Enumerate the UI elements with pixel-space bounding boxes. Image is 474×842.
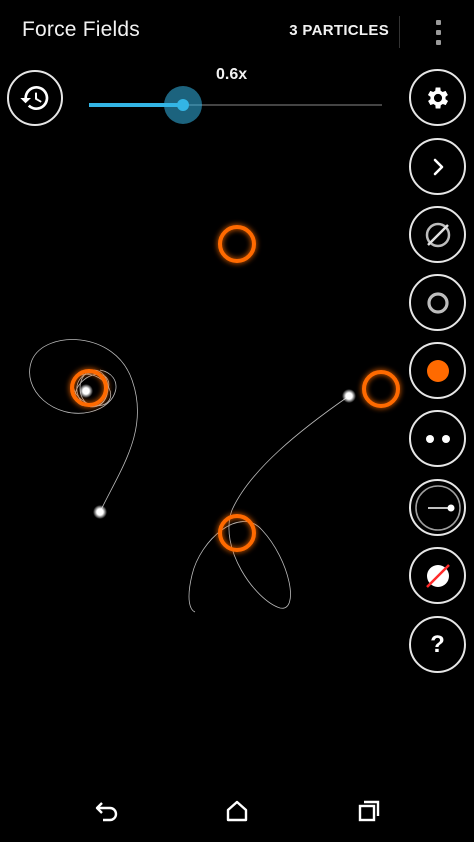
orange-dot-icon [426,359,449,382]
app-bar: Force Fields 3 PARTICLES [0,0,474,64]
back-icon [95,802,118,822]
recents-icon [358,800,380,822]
tool-remove-field[interactable] [409,547,466,604]
speed-value: 0.6x [216,66,248,83]
home-icon [226,800,248,822]
force-field [362,370,400,408]
back-button[interactable] [92,796,122,826]
tool-particles[interactable] [409,410,466,467]
tool-launcher[interactable] [409,479,466,536]
particle [93,505,107,519]
ring-icon [426,291,449,314]
no-field-icon [425,563,450,588]
next-button[interactable] [409,138,466,195]
settings-button[interactable] [409,69,466,126]
tool-ring-field[interactable] [409,274,466,331]
gear-icon [427,87,448,108]
particles[interactable] [79,384,356,519]
particle [79,384,93,398]
launcher-icon [414,484,461,531]
help-button[interactable]: ? [409,616,466,673]
slider-thumb[interactable] [177,99,189,111]
speed-slider[interactable] [89,86,382,124]
tool-empty-field[interactable] [409,206,466,263]
force-field [218,514,256,552]
particle [342,389,356,403]
history-button[interactable] [7,70,63,126]
app-title: Force Fields [22,18,140,41]
question-icon: ? [430,630,445,658]
tool-attractor[interactable] [409,342,466,399]
system-nav-bar [0,780,474,842]
appbar-divider [399,16,400,48]
recents-button[interactable] [354,796,384,826]
force-field-rings[interactable] [70,225,400,552]
more-vert-icon[interactable] [428,14,448,50]
slashed-circle-icon [425,222,450,247]
two-dots-icon [425,434,450,443]
force-field [218,225,256,263]
home-button[interactable] [222,796,252,826]
particle-count: 3 PARTICLES [289,22,389,39]
trajectory-paths [29,339,350,613]
simulation-canvas[interactable] [0,0,474,780]
chevron-right-icon [433,158,443,175]
history-icon [20,86,49,110]
